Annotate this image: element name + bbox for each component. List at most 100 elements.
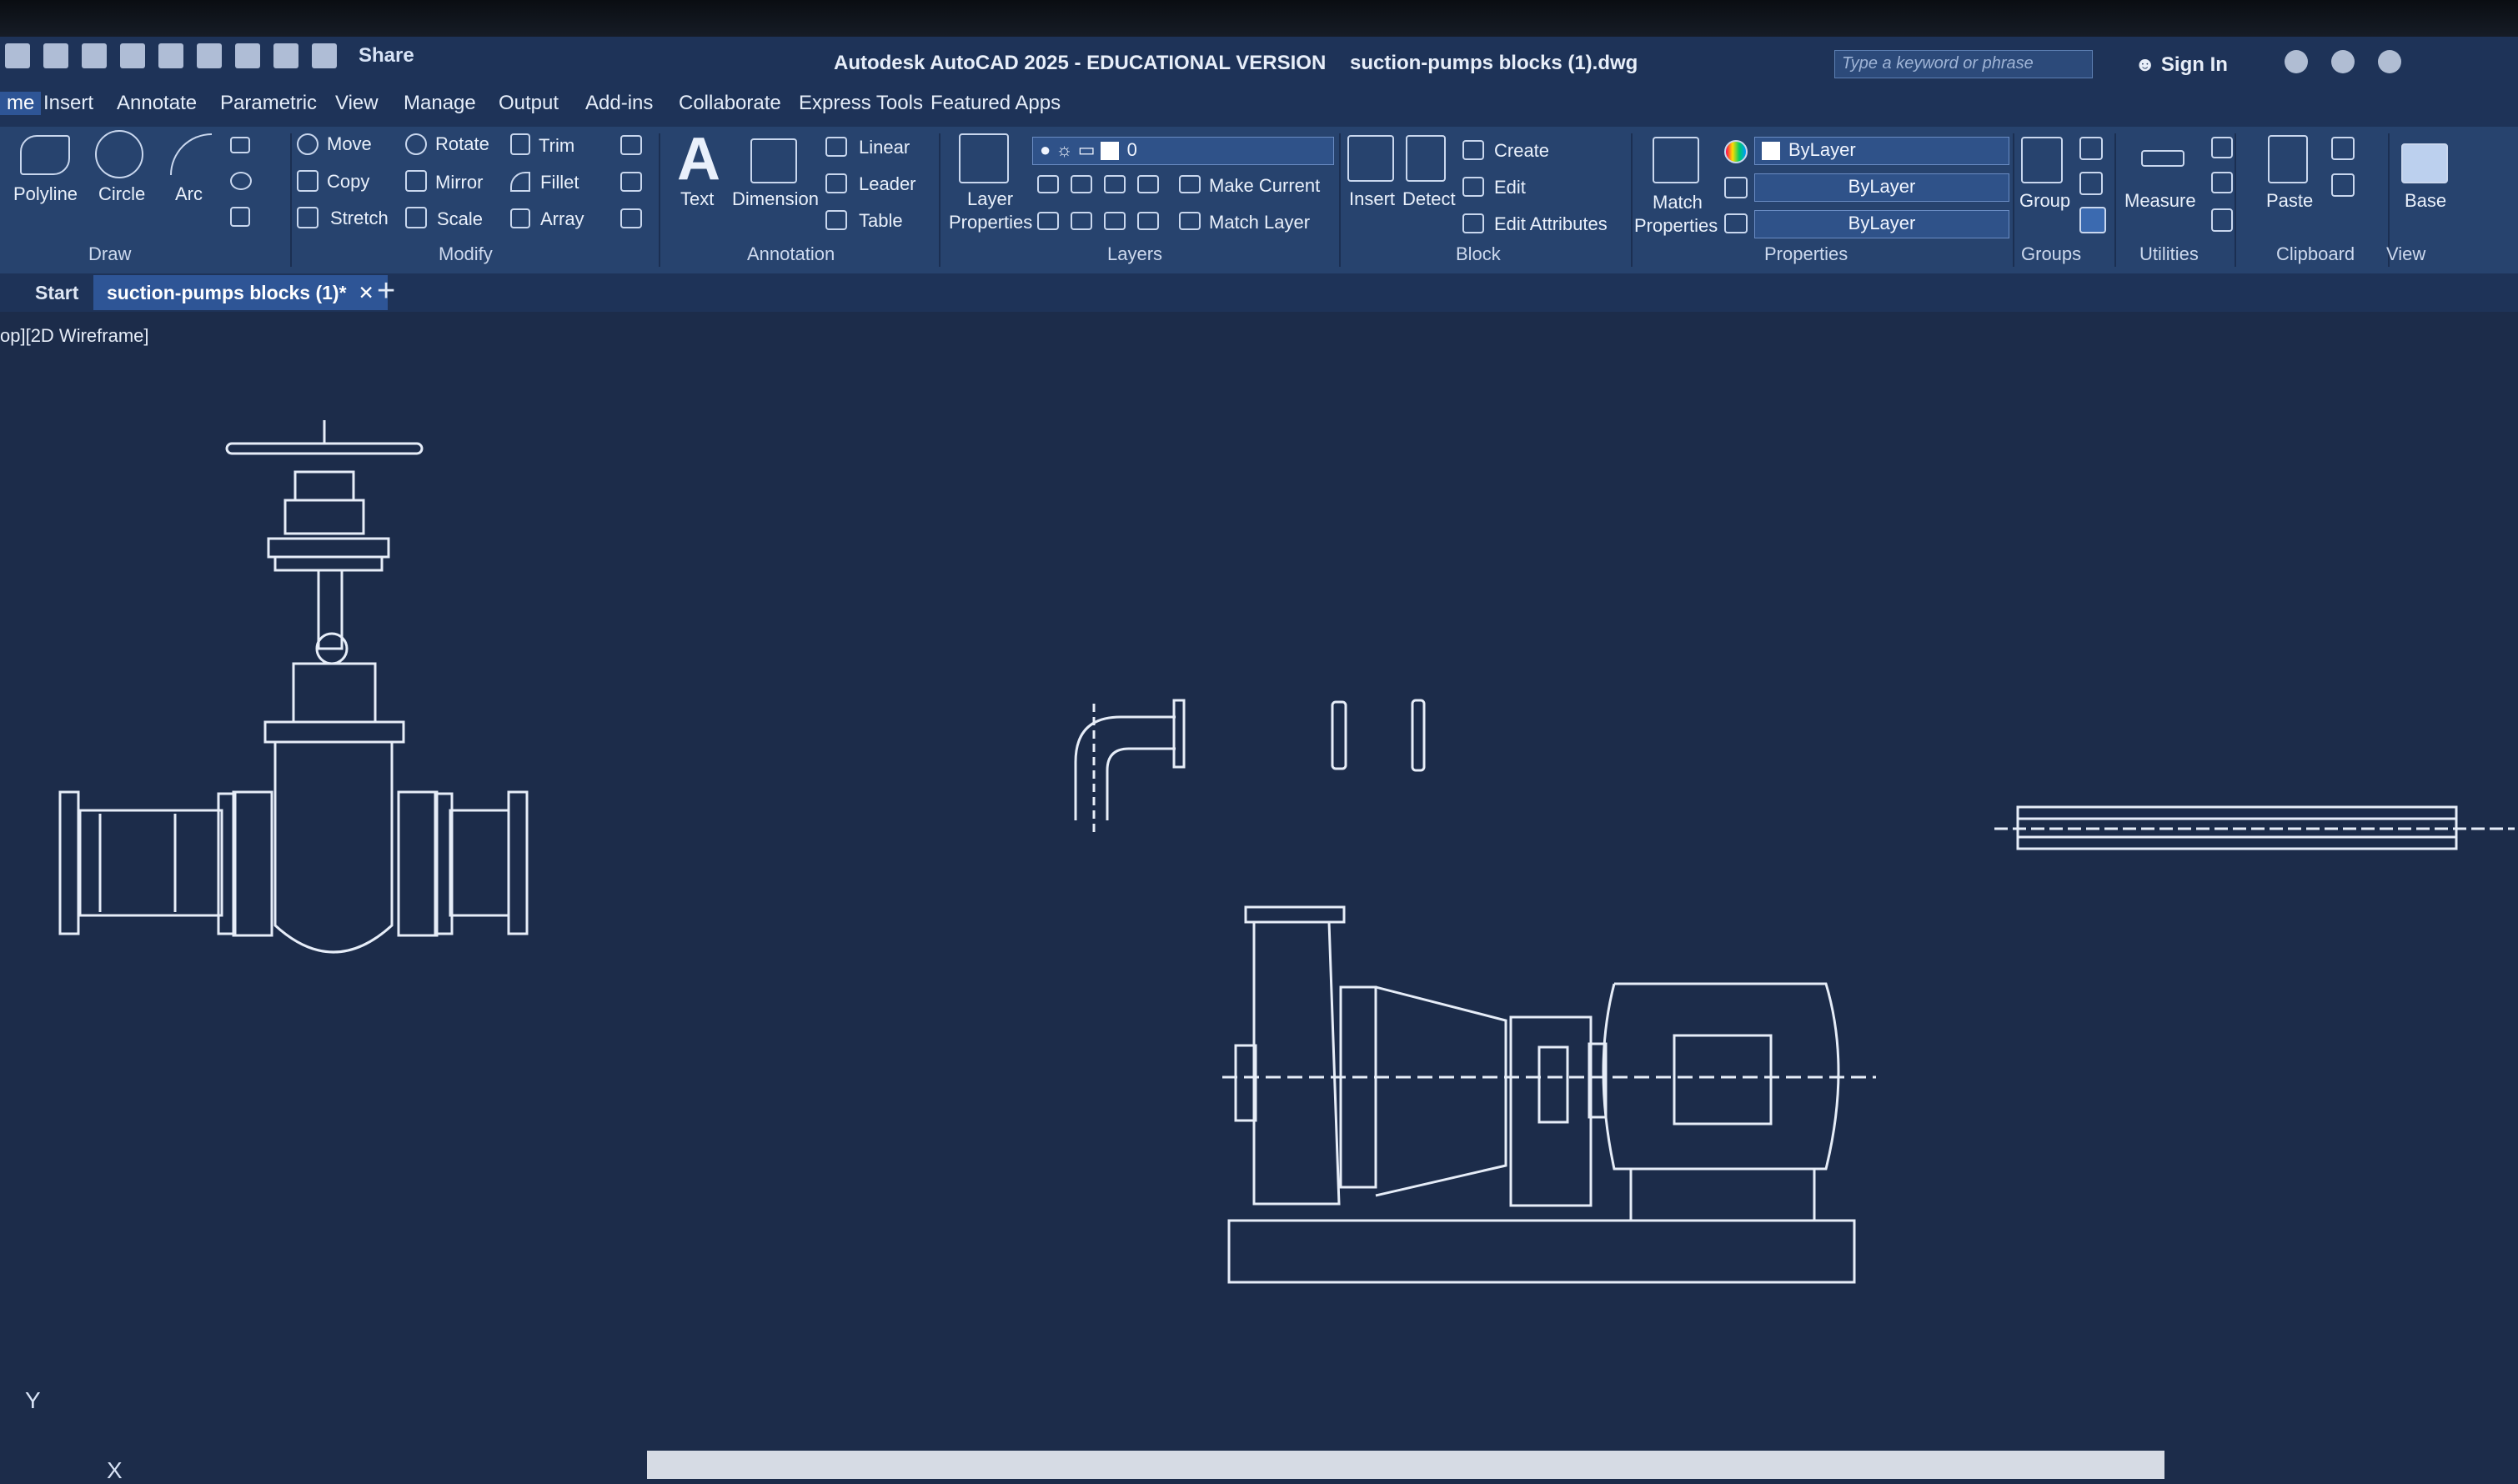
groups-panel-title[interactable]: Groups [2021,243,2081,265]
table-button[interactable]: Table [859,210,903,232]
detect-button[interactable]: Detect [1402,188,1456,210]
layer-properties-label-2[interactable]: Properties [949,212,1032,233]
layer-dropdown[interactable]: ● ☼ ▭ 0 [1032,137,1334,165]
group-select-icon[interactable] [2079,207,2106,233]
clipboard-panel-title[interactable]: Clipboard [2276,243,2355,265]
block-panel-title[interactable]: Block [1456,243,1501,265]
lineweight-dropdown[interactable]: ByLayer [1754,173,2009,202]
measure-button[interactable]: Measure [2124,190,2196,212]
calculator-icon[interactable] [2211,208,2233,232]
layer-tool-icon[interactable] [1037,212,1059,230]
paste-button[interactable]: Paste [2266,190,2313,212]
menu-insert[interactable]: Insert [43,92,93,115]
redo-icon[interactable] [312,43,337,68]
menu-manage[interactable]: Manage [404,92,476,115]
view-panel-title[interactable]: View [2386,243,2425,265]
menu-collaborate[interactable]: Collaborate [679,92,781,115]
edit-block-button[interactable]: Edit [1494,177,1526,198]
linetype-dropdown[interactable]: ByLayer [1754,210,2009,238]
scale-button[interactable]: Scale [437,208,483,230]
menu-home[interactable]: me [0,92,42,115]
menu-parametric[interactable]: Parametric [220,92,317,115]
group-button[interactable]: Group [2019,190,2070,212]
utility-tool-icon[interactable] [2211,137,2233,158]
text-button[interactable]: Text [680,188,714,210]
boundary-icon[interactable] [230,207,250,227]
cut-icon[interactable] [2331,137,2355,160]
draw-panel-title[interactable]: Draw [88,243,131,265]
drawing-canvas[interactable] [0,312,2518,1479]
layer-tool-icon[interactable] [1137,175,1159,193]
menu-express-tools[interactable]: Express Tools [799,92,923,115]
rotate-button[interactable]: Rotate [435,133,489,155]
search-input[interactable]: Type a keyword or phrase [1834,50,2093,78]
open-file-icon[interactable] [43,43,68,68]
save-as-icon[interactable] [120,43,145,68]
menu-view[interactable]: View [335,92,379,115]
dimension-button[interactable]: Dimension [732,188,819,210]
horizontal-scrollbar[interactable] [647,1451,2164,1479]
insert-button[interactable]: Insert [1349,188,1395,210]
arc-button[interactable]: Arc [175,183,203,205]
leader-button[interactable]: Leader [859,173,916,195]
save-icon[interactable] [82,43,107,68]
tab-start[interactable]: Start [22,275,92,310]
layer-tool-icon[interactable] [1071,212,1092,230]
share-button[interactable]: Share [359,44,414,68]
layer-tool-icon[interactable] [1104,175,1126,193]
menu-add-ins[interactable]: Add-ins [585,92,653,115]
color-dropdown[interactable]: ByLayer [1754,137,2009,165]
layer-tool-icon[interactable] [1037,175,1059,193]
base-button[interactable]: Base [2405,190,2446,212]
mirror-button[interactable]: Mirror [435,172,483,193]
open-web-icon[interactable] [158,43,183,68]
autodesk-account-icon[interactable] [2331,50,2355,73]
make-current-button[interactable]: Make Current [1209,175,1320,197]
layer-properties-label-1[interactable]: Layer [967,188,1013,210]
match-properties-label-2[interactable]: Properties [1634,215,1718,237]
stretch-button[interactable]: Stretch [330,208,389,229]
move-button[interactable]: Move [327,133,372,155]
new-tab-icon[interactable]: + [377,273,395,309]
hatch-icon[interactable] [230,172,252,190]
tab-active-drawing[interactable]: suction-pumps blocks (1)* ✕ [93,275,388,310]
properties-panel-title[interactable]: Properties [1764,243,1848,265]
circle-button[interactable]: Circle [98,183,145,205]
offset-icon[interactable] [620,208,642,228]
fillet-button[interactable]: Fillet [540,172,579,193]
copy-clip-icon[interactable] [2331,173,2355,197]
help-icon[interactable] [2378,50,2401,73]
copy-button[interactable]: Copy [327,171,369,193]
layer-tool-icon[interactable] [1137,212,1159,230]
erase-icon[interactable] [620,135,642,155]
annotation-panel-title[interactable]: Annotation [747,243,835,265]
layer-tool-icon[interactable] [1071,175,1092,193]
match-layer-button[interactable]: Match Layer [1209,212,1310,233]
plot-icon[interactable] [235,43,260,68]
menu-featured-apps[interactable]: Featured Apps [930,92,1061,115]
undo-icon[interactable] [273,43,298,68]
utility-tool-icon[interactable] [2211,172,2233,193]
cart-icon[interactable] [2285,50,2308,73]
ungroup-icon[interactable] [2079,137,2103,160]
edit-attributes-button[interactable]: Edit Attributes [1494,213,1608,235]
modify-panel-title[interactable]: Modify [439,243,493,265]
sign-in-button[interactable]: ☻ Sign In [2134,53,2228,77]
explode-icon[interactable] [620,172,642,192]
layer-tool-icon[interactable] [1104,212,1126,230]
menu-output[interactable]: Output [499,92,559,115]
new-file-icon[interactable] [5,43,30,68]
menu-annotate[interactable]: Annotate [117,92,197,115]
save-web-icon[interactable] [197,43,222,68]
utilities-panel-title[interactable]: Utilities [2139,243,2199,265]
layers-panel-title[interactable]: Layers [1107,243,1162,265]
trim-button[interactable]: Trim [539,135,574,157]
match-properties-label-1[interactable]: Match [1653,192,1703,213]
array-button[interactable]: Array [540,208,584,230]
rectangle-icon[interactable] [230,137,250,153]
create-block-button[interactable]: Create [1494,140,1549,162]
polyline-button[interactable]: Polyline [13,183,78,205]
linear-button[interactable]: Linear [859,137,910,158]
close-icon[interactable]: ✕ [359,282,374,303]
group-edit-icon[interactable] [2079,172,2103,195]
